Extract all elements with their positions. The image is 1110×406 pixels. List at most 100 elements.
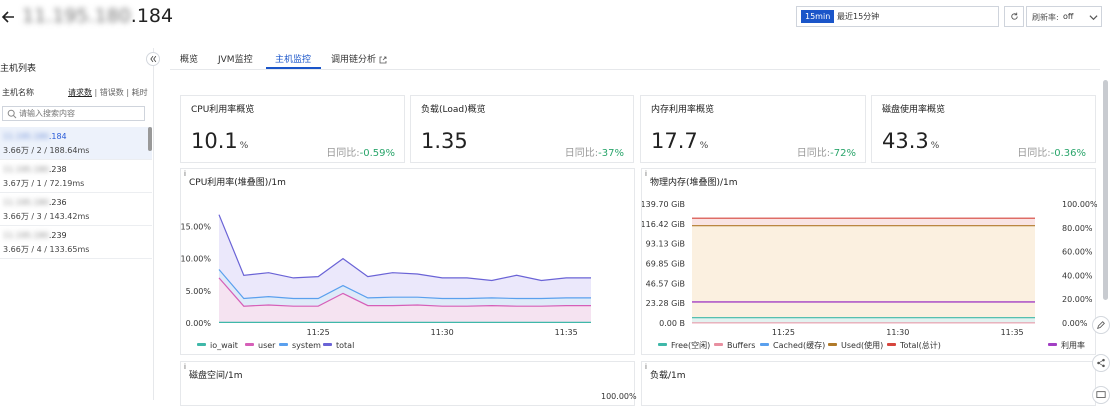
sort-by-latency[interactable]: 耗时 xyxy=(132,88,148,97)
comparison-delta: -72% xyxy=(830,148,856,159)
y-tick-label-left: 93.13 GiB xyxy=(646,240,685,249)
legend-swatch xyxy=(658,343,667,346)
legend-label: system xyxy=(292,341,321,350)
collapse-sidebar-button[interactable] xyxy=(146,52,160,66)
x-tick-label: 11:25 xyxy=(307,328,330,337)
host-list-item[interactable]: 11.195.180.239 3.66万 / 4 / 133.65ms xyxy=(0,226,152,259)
y-tick-label-left: 23.28 GiB xyxy=(646,299,685,308)
used-area xyxy=(692,317,1035,323)
host-ip-masked: 11.195.180 xyxy=(3,198,49,207)
memory-overview-card: 内存利用率概览 17.7% 日同比:-72% xyxy=(640,95,866,163)
x-tick-label: 11:25 xyxy=(772,328,795,337)
card-value: 43.3% xyxy=(882,129,939,153)
memory-chart-panel: i 物理内存(堆叠图)/1m 0.00 B 23.28 GiB 46.57 GiB 6… xyxy=(641,168,1097,355)
time-range-picker[interactable]: 15min 最近15分钟 xyxy=(796,6,999,27)
card-title: 负载(Load)概览 xyxy=(421,105,486,115)
host-ip-masked: 11.195.180 xyxy=(3,132,49,141)
legend-swatch xyxy=(828,343,837,346)
double-chevron-left-icon xyxy=(150,55,157,63)
card-title: 内存利用率概览 xyxy=(651,105,715,115)
legend-label: Total(总计) xyxy=(899,340,941,350)
legend-label: Free(空闲) xyxy=(671,340,710,350)
card-title: CPU利用率概览 xyxy=(191,105,255,115)
chart-title: 磁盘空间/1m xyxy=(189,371,243,381)
free-area xyxy=(692,225,1035,323)
total-line xyxy=(218,214,591,282)
sidebar-scrollbar[interactable] xyxy=(148,127,152,151)
time-range-badge: 15min xyxy=(801,10,835,23)
chart-title: 负载/1m xyxy=(650,371,686,381)
time-range-text: 最近15分钟 xyxy=(837,12,880,21)
card-unit: % xyxy=(239,141,249,151)
sort-by-requests[interactable]: 请求数 xyxy=(68,88,92,97)
disk-chart-panel: i 磁盘空间/1m 100.00% xyxy=(180,361,637,406)
search-icon xyxy=(7,109,17,119)
x-tick-label: 11:35 xyxy=(555,328,578,337)
host-list-item[interactable]: 11.195.180.238 3.67万 / 1 / 72.19ms xyxy=(0,160,152,193)
page-scrollbar[interactable] xyxy=(1103,80,1108,300)
legend-label: Buffers xyxy=(727,341,755,350)
tab-overview[interactable]: 概览 xyxy=(180,52,198,65)
legend-label: user xyxy=(258,341,276,350)
comparison-label: 日同比: xyxy=(796,148,831,159)
card-comparison: 日同比:-72% xyxy=(797,144,856,159)
refresh-icon xyxy=(1011,12,1018,20)
comparison-delta: -0.36% xyxy=(1050,148,1086,159)
legend-swatch xyxy=(279,343,288,346)
refresh-rate-select[interactable]: 刷新率: off xyxy=(1026,6,1102,27)
legend-swatch xyxy=(1048,343,1057,346)
tab-trace-analysis[interactable]: 调用链分析 xyxy=(331,52,387,65)
host-ip-suffix: .239 xyxy=(48,231,67,240)
share-button[interactable] xyxy=(1092,354,1110,372)
message-button[interactable] xyxy=(1092,386,1110,404)
card-comparison: 日同比:-37% xyxy=(565,144,624,159)
legend-swatch xyxy=(887,343,896,346)
card-value: 1.35 xyxy=(421,129,468,153)
sort-by-errors[interactable]: 错误数 xyxy=(100,88,124,97)
refresh-rate-label: 刷新率: xyxy=(1032,13,1059,22)
host-list-item[interactable]: 11.195.180.184 3.66万 / 2 / 188.64ms xyxy=(0,127,152,160)
tab-jvm[interactable]: JVM监控 xyxy=(218,52,253,65)
y-tick-label-right: 20.00% xyxy=(1062,295,1093,304)
info-icon[interactable]: i xyxy=(184,363,186,371)
share-icon xyxy=(1097,358,1105,368)
refresh-button[interactable] xyxy=(1004,6,1024,27)
edit-button[interactable] xyxy=(1092,316,1110,334)
comparison-delta: -37% xyxy=(598,148,624,159)
card-comparison: 日同比:-0.36% xyxy=(1017,144,1086,159)
card-title: 磁盘使用率概览 xyxy=(882,105,946,115)
y-tick-label-right: 40.00% xyxy=(1062,271,1093,280)
card-value-number: 17.7 xyxy=(651,129,698,153)
cpu-chart-panel: i CPU利用率(堆叠图)/1m 0.00% 5.00% 10.00% 15.00% 1… xyxy=(180,168,635,355)
host-list-item[interactable]: 11.195.180.236 3.66万 / 3 / 143.42ms xyxy=(0,193,152,226)
host-search-input[interactable] xyxy=(19,108,143,119)
host-list-title: 主机列表 xyxy=(0,64,37,74)
legend-label: total xyxy=(336,341,354,350)
page-title: 11.195.180.184 xyxy=(22,5,173,27)
load-chart-panel: i 负载/1m xyxy=(641,361,1096,406)
comparison-delta: -0.59% xyxy=(359,148,395,159)
info-icon[interactable]: i xyxy=(645,363,647,371)
memory-chart: 0.00 B 23.28 GiB 46.57 GiB 69.85 GiB 93.13 G… xyxy=(642,200,1097,350)
host-ip-suffix: .184 xyxy=(48,132,67,141)
x-tick-label: 11:30 xyxy=(886,328,909,337)
host-ip-masked: 11.195.180 xyxy=(3,165,49,174)
cpu-overview-card: CPU利用率概览 10.1% 日同比:-0.59% xyxy=(180,95,405,163)
back-arrow-icon[interactable] xyxy=(0,9,16,25)
legend-swatch xyxy=(197,343,206,346)
card-value: 10.1% xyxy=(191,129,248,153)
card-comparison: 日同比:-0.59% xyxy=(326,144,395,159)
host-ip-suffix: .236 xyxy=(48,198,67,207)
refresh-rate-value: off xyxy=(1063,12,1074,21)
host-stats: 3.66万 / 3 / 143.42ms xyxy=(3,212,90,221)
comparison-label: 日同比: xyxy=(1017,148,1051,159)
card-value-number: 43.3 xyxy=(882,129,929,153)
tab-host-monitor[interactable]: 主机监控 xyxy=(275,52,311,65)
pencil-icon xyxy=(1097,321,1105,329)
host-search-box xyxy=(2,106,145,121)
legend-swatch xyxy=(760,343,769,346)
host-name: 11.195.180.184 xyxy=(3,132,67,141)
comparison-label: 日同比: xyxy=(564,148,599,159)
host-stats: 3.66万 / 2 / 188.64ms xyxy=(3,146,90,155)
y-tick-label-left: 0.00 B xyxy=(659,319,685,328)
